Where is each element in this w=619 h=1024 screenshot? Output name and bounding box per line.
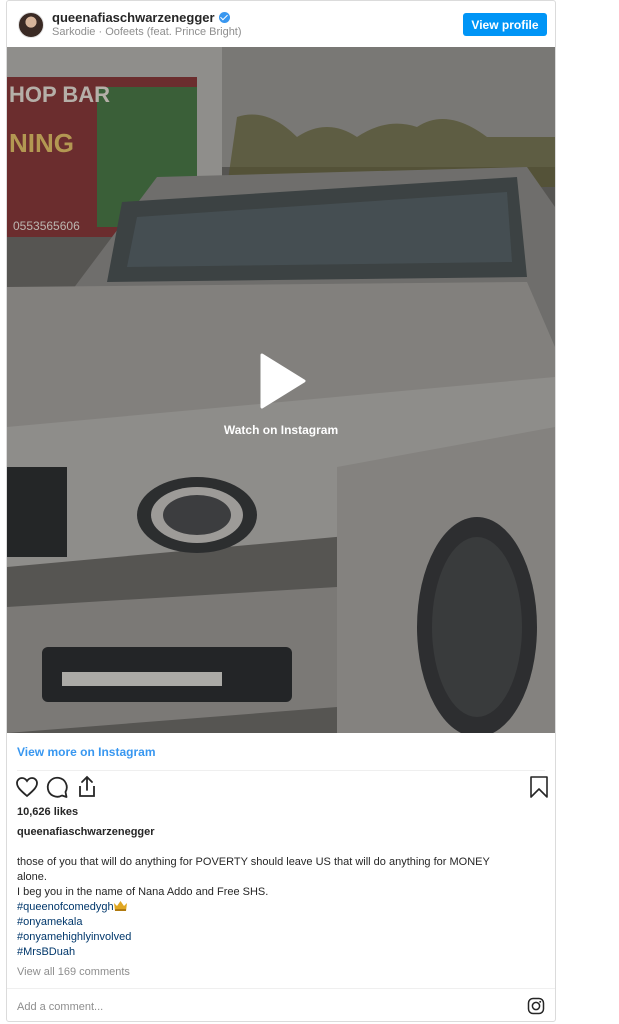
post-header: queenafiaschwarzenegger Sarkodie · Oofee… bbox=[7, 1, 555, 47]
username-text[interactable]: queenafiaschwarzenegger bbox=[52, 10, 215, 25]
watch-on-instagram-link[interactable]: Watch on Instagram bbox=[7, 423, 555, 437]
hashtag-link[interactable]: #onyamehighlyinvolved bbox=[17, 931, 131, 943]
hashtag-link[interactable]: #queenofcomedygh bbox=[17, 901, 114, 913]
caption: those of you that will do anything for P… bbox=[17, 855, 537, 960]
play-icon[interactable] bbox=[258, 353, 308, 409]
add-comment-input[interactable]: Add a comment... bbox=[17, 1001, 103, 1013]
bookmark-icon[interactable] bbox=[527, 775, 551, 799]
divider bbox=[17, 770, 545, 771]
crown-emoji-icon bbox=[113, 901, 127, 911]
avatar[interactable] bbox=[18, 12, 44, 38]
verified-badge-icon bbox=[218, 12, 230, 23]
caption-line: I beg you in the name of Nana Addo and F… bbox=[17, 886, 269, 898]
likes-count[interactable]: 10,626 likes bbox=[17, 806, 78, 818]
audio-attribution[interactable]: Sarkodie · Oofeets (feat. Prince Bright) bbox=[52, 26, 242, 38]
action-bar bbox=[7, 775, 555, 801]
share-icon[interactable] bbox=[75, 775, 99, 799]
hashtag-link[interactable]: #onyamekala bbox=[17, 916, 82, 928]
view-all-comments-link[interactable]: View all 169 comments bbox=[17, 966, 130, 978]
caption-line: alone. bbox=[17, 871, 47, 883]
view-profile-button[interactable]: View profile bbox=[463, 13, 547, 36]
caption-username[interactable]: queenafiaschwarzenegger bbox=[17, 826, 155, 838]
view-more-link[interactable]: View more on Instagram bbox=[17, 745, 156, 759]
instagram-icon[interactable] bbox=[527, 997, 545, 1015]
caption-line: those of you that will do anything for P… bbox=[17, 856, 490, 868]
comment-icon[interactable] bbox=[45, 775, 69, 799]
divider bbox=[7, 988, 555, 989]
username-link[interactable]: queenafiaschwarzenegger bbox=[52, 10, 230, 25]
hashtag-link[interactable]: #MrsBDuah bbox=[17, 946, 75, 958]
instagram-embed-card: queenafiaschwarzenegger Sarkodie · Oofee… bbox=[6, 0, 556, 1022]
video-media[interactable]: HOP BAR NING 0553565606 Watch on Instagr… bbox=[7, 47, 555, 733]
heart-icon[interactable] bbox=[15, 775, 39, 799]
